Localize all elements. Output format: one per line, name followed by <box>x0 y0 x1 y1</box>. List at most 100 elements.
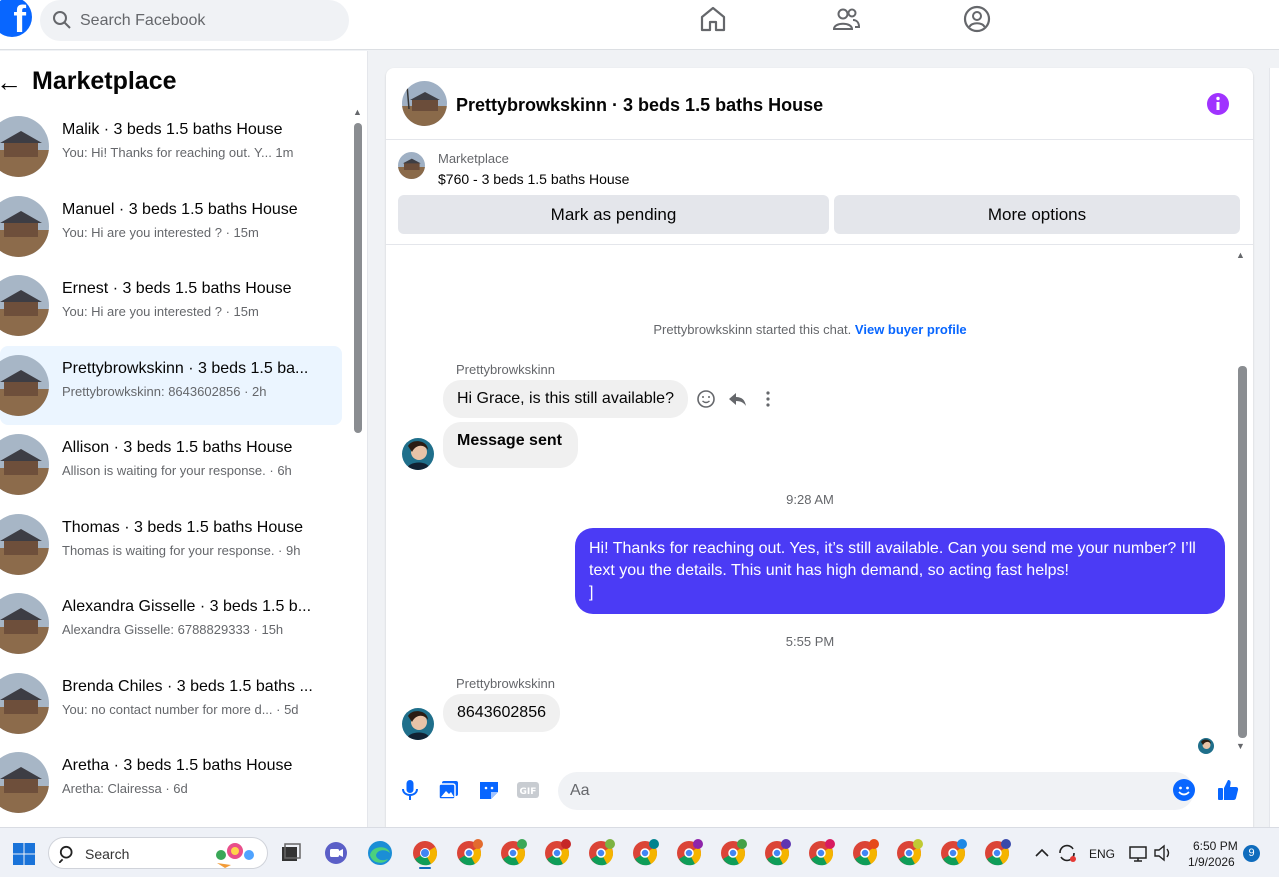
home-icon[interactable] <box>698 4 728 34</box>
chrome-profile-icon[interactable] <box>761 837 793 869</box>
conversation-preview: You: Hi are you interested ? · 15m <box>62 224 259 240</box>
facebook-logo[interactable]: f <box>0 0 32 37</box>
sidebar-scrollbar[interactable] <box>354 123 362 433</box>
chrome-profile-icon[interactable] <box>453 837 485 869</box>
incoming-message[interactable]: 8643602856 <box>443 694 560 732</box>
clock-time[interactable]: 6:50 PM <box>1193 839 1238 853</box>
search-box[interactable] <box>40 0 349 41</box>
chrome-profile-icon[interactable] <box>541 837 573 869</box>
chrome-profile-icon[interactable] <box>497 837 529 869</box>
chrome-profile-icon[interactable] <box>717 837 749 869</box>
conversation-preview: You: no contact number for more d... · 5… <box>62 701 299 717</box>
conversation-preview: Aretha: Clairessa · 6d <box>62 781 188 796</box>
message-input[interactable] <box>558 772 1194 810</box>
listing-thumbnail <box>0 434 49 495</box>
conversation-preview: Alexandra Gisselle: 6788829333 · 15h <box>62 622 284 637</box>
clock-date[interactable]: 1/9/2026 <box>1188 855 1235 869</box>
chat-header-thumbnail[interactable] <box>402 81 447 126</box>
conversation-title: Prettybrowkskinn · 3 beds 1.5 ba... <box>62 359 309 377</box>
conversation-title: Alexandra Gisselle · 3 beds 1.5 b... <box>62 598 312 615</box>
chrome-browser-icon-active[interactable] <box>409 837 441 869</box>
edge-browser-icon[interactable] <box>364 837 396 869</box>
sidebar-header: ← Marketplace <box>0 65 360 101</box>
conversation-item[interactable]: Malik · 3 beds 1.5 baths House You: Hi! T… <box>0 107 342 187</box>
chat-panel: Prettybrowkskinn · 3 beds 1.5 baths Hous… <box>386 68 1253 827</box>
listing-summary: Marketplace $760 - 3 beds 1.5 baths Hous… <box>386 141 1253 245</box>
sticker-icon[interactable] <box>477 778 501 802</box>
more-options-button[interactable]: More options <box>834 195 1240 234</box>
marketplace-sidebar: ← Marketplace Malik · 3 beds 1.5 baths H… <box>0 51 368 827</box>
conversation-item[interactable]: Thomas · 3 beds 1.5 baths House Thomas is… <box>0 505 342 585</box>
volume-icon[interactable] <box>1152 837 1174 869</box>
outgoing-message-text: Hi! Thanks for reaching out. Yes, it’s s… <box>589 540 1196 601</box>
react-emoji-icon[interactable] <box>695 388 717 410</box>
conversation-item[interactable]: Allison · 3 beds 1.5 baths House Allison … <box>0 425 342 505</box>
chat-scroll-up-icon[interactable]: ▲ <box>1236 250 1245 260</box>
message-sender-name: Prettybrowkskinn <box>456 676 555 691</box>
show-hidden-icons-icon[interactable] <box>1032 837 1052 869</box>
friends-icon[interactable] <box>831 4 861 34</box>
sender-avatar[interactable] <box>402 438 434 470</box>
conversation-item[interactable]: Alexandra Gisselle · 3 beds 1.5 b... Alex… <box>0 584 342 664</box>
profile-icon[interactable] <box>962 4 992 34</box>
network-icon[interactable] <box>1127 837 1151 869</box>
chrome-profile-icon[interactable] <box>629 837 661 869</box>
photo-icon[interactable] <box>437 778 461 802</box>
listing-description[interactable]: $760 - 3 beds 1.5 baths House <box>438 171 629 187</box>
windows-start-icon[interactable] <box>12 842 36 866</box>
chrome-profile-icon[interactable] <box>893 837 925 869</box>
conversation-item[interactable]: Brenda Chiles · 3 beds 1.5 baths ... You:… <box>0 664 342 744</box>
outgoing-message[interactable]: Hi! Thanks for reaching out. Yes, it’s s… <box>575 528 1225 614</box>
windows-taskbar: Search ENG 6:50 PM 1/9/2026 9 <box>0 827 1279 877</box>
chat-scrollbar[interactable] <box>1238 366 1247 738</box>
message-composer: GIF <box>386 768 1253 814</box>
sender-avatar[interactable] <box>402 708 434 740</box>
listing-thumbnail[interactable] <box>398 152 425 179</box>
search-highlight-icon[interactable] <box>205 837 261 869</box>
info-icon[interactable] <box>1206 92 1230 116</box>
task-view-icon[interactable] <box>275 837 307 869</box>
listing-thumbnail <box>0 275 49 336</box>
chrome-profile-icon[interactable] <box>849 837 881 869</box>
taskbar-search-label: Search <box>85 846 130 862</box>
search-input[interactable] <box>80 0 340 41</box>
sidebar-scroll-up-icon[interactable]: ▲ <box>353 107 362 117</box>
listing-thumbnail <box>0 195 49 257</box>
conversation-list: Malik · 3 beds 1.5 baths House You: Hi! T… <box>0 107 345 823</box>
listing-thumbnail <box>0 354 49 416</box>
incoming-message[interactable]: Hi Grace, is this still available? <box>443 380 688 418</box>
chrome-profile-icon[interactable] <box>805 837 837 869</box>
chrome-profile-icon[interactable] <box>937 837 969 869</box>
more-actions-icon[interactable] <box>757 388 779 410</box>
conversation-item[interactable]: Prettybrowkskinn · 3 beds 1.5 ba... Prett… <box>0 345 342 425</box>
meet-video-icon[interactable] <box>320 837 352 869</box>
conversation-title: Allison · 3 beds 1.5 baths House <box>62 439 293 456</box>
chrome-profile-icon[interactable] <box>673 837 705 869</box>
conversation-preview: You: Hi are you interested ? · 15m <box>62 304 259 319</box>
svg-text:GIF: GIF <box>520 787 537 797</box>
mark-as-pending-button[interactable]: Mark as pending <box>398 195 829 234</box>
incoming-message[interactable]: Message sent <box>443 422 578 468</box>
chrome-profile-icon[interactable] <box>981 837 1013 869</box>
view-buyer-profile-link[interactable]: View buyer profile <box>855 322 967 337</box>
emoji-icon[interactable] <box>1172 778 1196 802</box>
notification-count-badge[interactable]: 9 <box>1243 845 1260 862</box>
search-icon <box>53 11 71 29</box>
sync-icon[interactable] <box>1055 837 1079 869</box>
gif-icon[interactable]: GIF <box>516 778 540 802</box>
reply-icon[interactable] <box>726 388 748 410</box>
conversation-item[interactable]: Ernest · 3 beds 1.5 baths House You: Hi a… <box>0 266 342 346</box>
conversation-title: Brenda Chiles · 3 beds 1.5 baths ... <box>62 677 313 695</box>
chat-started-text: Prettybrowkskinn started this chat. <box>653 322 852 337</box>
back-arrow-icon[interactable]: ← <box>0 67 22 98</box>
microphone-icon[interactable] <box>398 778 422 802</box>
sidebar-title: Marketplace <box>32 67 177 95</box>
chrome-profile-icon[interactable] <box>585 837 617 869</box>
chat-scroll-down-icon[interactable]: ▼ <box>1236 741 1245 751</box>
like-thumbs-up-icon[interactable] <box>1216 778 1240 802</box>
conversation-item[interactable]: Aretha · 3 beds 1.5 baths House Aretha: C… <box>0 743 342 823</box>
language-indicator[interactable]: ENG <box>1089 847 1115 861</box>
conversation-item[interactable]: Manuel · 3 beds 1.5 baths House You: Hi a… <box>0 187 342 267</box>
top-navigation-bar: f <box>0 0 1279 50</box>
conversation-title: Malik · 3 beds 1.5 baths House <box>62 121 283 138</box>
